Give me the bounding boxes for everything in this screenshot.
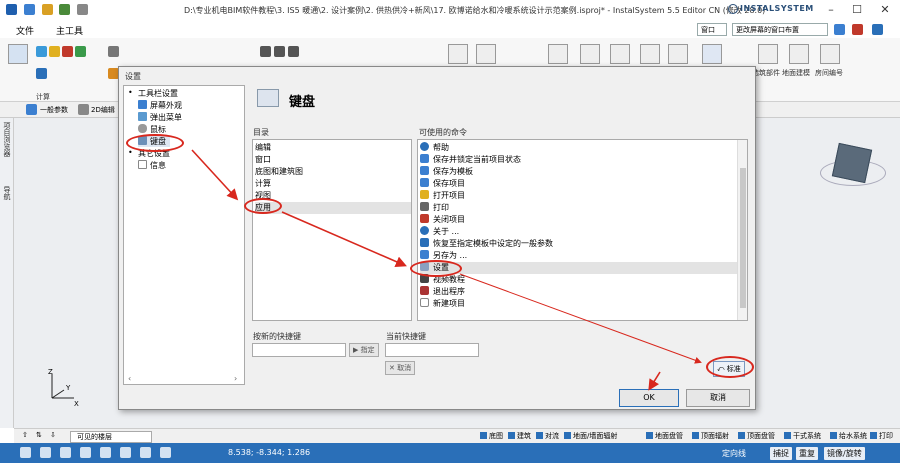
layer-toggle-ceiling-coil[interactable]: 顶面盘管: [738, 431, 775, 441]
layer-updown-icon[interactable]: ⇅: [36, 431, 42, 439]
layer-label: 干式系统: [793, 432, 821, 440]
arrow-keyboard-to-application: [191, 149, 239, 201]
status-orientation-line[interactable]: 定向线: [722, 448, 746, 459]
layer-label: 地面/墙面辐射: [573, 432, 618, 440]
layer-toggle-building[interactable]: 建筑: [508, 431, 531, 441]
layer-label: 对流: [545, 432, 559, 440]
layer-toggle-floor-coil[interactable]: 地面盘管: [646, 431, 683, 441]
checkbox: [508, 432, 515, 439]
checkbox: [830, 432, 837, 439]
checkbox: [536, 432, 543, 439]
layer-toggle-dry-system[interactable]: 干式系统: [784, 431, 821, 441]
ortho-icon[interactable]: [60, 447, 71, 458]
layer-icon[interactable]: [100, 447, 111, 458]
layer-toggle-water-system[interactable]: 给水系统: [830, 431, 867, 441]
checkbox: [784, 432, 791, 439]
arrow-application-to-settings: [281, 211, 407, 267]
layer-up-icon[interactable]: ⇧: [22, 431, 28, 439]
layer-toggle-print[interactable]: 打印: [870, 431, 893, 441]
layer-toggle-floor-wall-radiation[interactable]: 地面/墙面辐射: [564, 431, 617, 441]
checkbox: [564, 432, 571, 439]
visible-layers-combo[interactable]: 可见的楼层: [70, 431, 152, 443]
snap-icon[interactable]: [20, 447, 31, 458]
arrow-to-ok: [648, 371, 661, 391]
checkbox: [738, 432, 745, 439]
layer-label: 建筑: [517, 432, 531, 440]
measure-icon[interactable]: [120, 447, 131, 458]
annotation-arrows: [191, 149, 702, 391]
status-bar: 8.538; -8.344; 1.286 定向线 捕捉 重复 镜像/旋转: [0, 443, 900, 463]
view-icon[interactable]: [160, 447, 171, 458]
layer-toggle-ceiling-radiation[interactable]: 顶面辐射: [692, 431, 729, 441]
layer-down-icon[interactable]: ⇩: [50, 431, 56, 439]
polar-icon[interactable]: [80, 447, 91, 458]
status-repeat-button[interactable]: 重复: [796, 447, 818, 460]
layer-toggle-convection[interactable]: 对流: [536, 431, 559, 441]
status-snap-button[interactable]: 捕捉: [770, 447, 792, 460]
layer-bar: ⇧ ⇅ ⇩ 可见的楼层 底图 建筑 对流 地面/墙面辐射 地面盘管 顶面辐射 顶…: [14, 428, 900, 443]
layer-label: 给水系统: [839, 432, 867, 440]
arrow-settings-to-default: [459, 273, 702, 364]
search-icon[interactable]: [140, 447, 151, 458]
layer-label: 地面盘管: [655, 432, 683, 440]
checkbox: [692, 432, 699, 439]
layer-label: 底图: [489, 432, 503, 440]
checkbox: [870, 432, 877, 439]
layer-label: 打印: [879, 432, 893, 440]
coordinates-readout: 8.538; -8.344; 1.286: [228, 448, 311, 457]
layer-label: 顶面盘管: [747, 432, 775, 440]
grid-icon[interactable]: [40, 447, 51, 458]
layer-label: 顶面辐射: [701, 432, 729, 440]
layer-toggle-base[interactable]: 底图: [480, 431, 503, 441]
checkbox: [480, 432, 487, 439]
checkbox: [646, 432, 653, 439]
status-mirror-rotate-button[interactable]: 镜像/旋转: [824, 447, 865, 460]
